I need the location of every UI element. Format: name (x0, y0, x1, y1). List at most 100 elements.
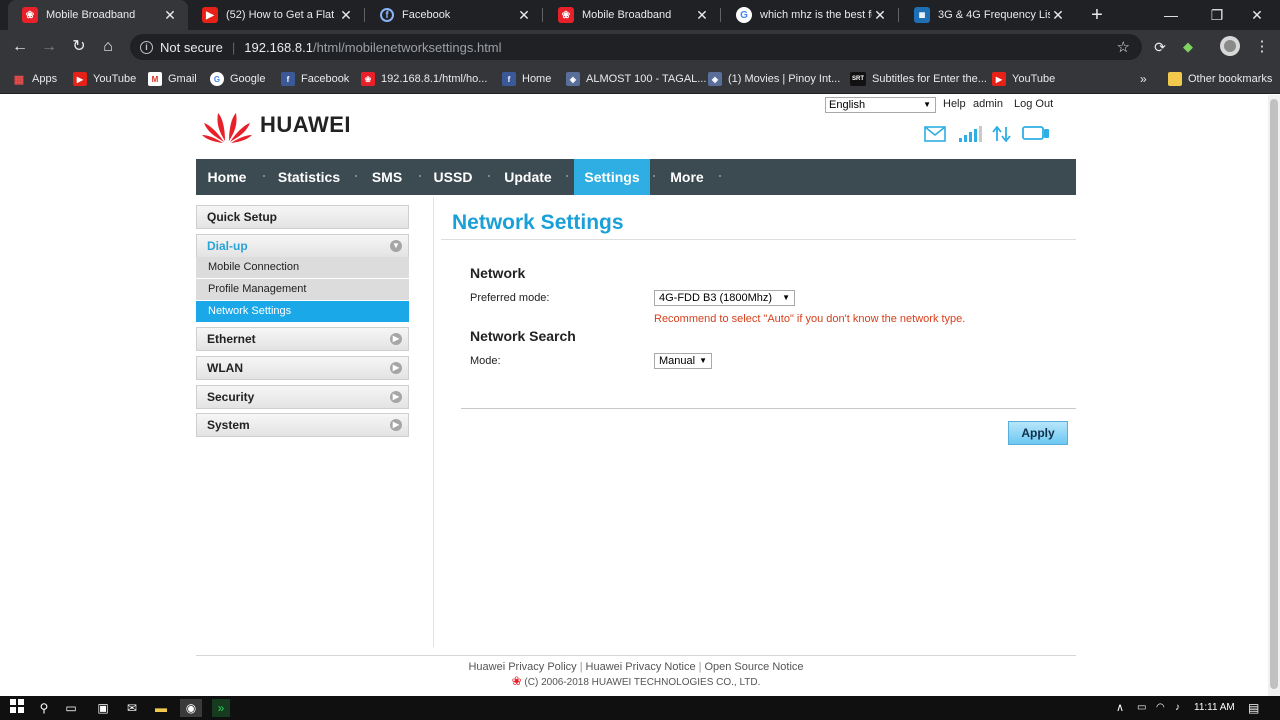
privacy-policy-link[interactable]: Huawei Privacy Policy (468, 661, 576, 673)
close-tab-icon[interactable]: ✕ (1050, 7, 1066, 24)
bookmark-facebook[interactable]: f Facebook (281, 70, 349, 88)
notification-icon[interactable]: ▤ (1248, 696, 1259, 720)
home-button[interactable]: ⌂ (96, 35, 120, 59)
close-tab-icon[interactable]: ✕ (162, 7, 178, 24)
nav-ussd[interactable]: USSD (426, 159, 480, 195)
tab-google-search[interactable]: G which mhz is the best for l ✕ (722, 0, 898, 30)
tray-overflow-icon[interactable]: ∧ (1116, 696, 1124, 720)
tab-frequency-list[interactable]: ▦ 3G & 4G Frequency List – ✕ (900, 0, 1076, 30)
page-title: Network Settings (452, 211, 624, 234)
sidebar-item-dialup[interactable]: Dial-up ▼ (196, 234, 409, 258)
sidebar-item-label: Dial-up (207, 239, 248, 253)
close-tab-icon[interactable]: ✕ (872, 7, 888, 24)
tab-facebook[interactable]: f Facebook ✕ (366, 0, 542, 30)
bookmark-gmail[interactable]: M Gmail (148, 70, 197, 88)
nav-more[interactable]: More (660, 159, 714, 195)
network-heading: Network (470, 265, 526, 281)
close-tab-icon[interactable]: ✕ (338, 7, 354, 24)
windows-start-icon[interactable] (8, 699, 26, 717)
file-explorer-icon[interactable]: ▬ (152, 699, 170, 717)
sidebar-item-wlan[interactable]: WLAN ▶ (196, 356, 409, 380)
help-link[interactable]: Help (943, 98, 966, 110)
windows-taskbar: ⚲ ▭ ▣ ✉ ▬ ◉ » ∧ ▭ ◠ ♪ 11:11 AM ▤ (0, 696, 1280, 720)
privacy-notice-link[interactable]: Huawei Privacy Notice (586, 661, 696, 673)
minimize-button[interactable]: — (1148, 0, 1194, 30)
close-tab-icon[interactable]: ✕ (516, 7, 532, 24)
bookmark-youtube-2[interactable]: ▶ YouTube (992, 70, 1055, 88)
other-bookmarks[interactable]: Other bookmarks (1168, 70, 1272, 88)
url-path: /html/mobilenetworksettings.html (312, 39, 502, 55)
copyright-text: (C) 2006-2018 HUAWEI TECHNOLOGIES CO., L… (524, 677, 761, 688)
wifi-tray-icon[interactable]: ◠ (1156, 696, 1165, 720)
store-icon[interactable]: ▣ (94, 699, 112, 717)
bookmark-movies[interactable]: ◈ (1) Movies | Pinoy Int... (708, 70, 840, 88)
bookmark-almost-100[interactable]: ◈ ALMOST 100 - TAGAL... (566, 70, 706, 88)
logout-link[interactable]: Log Out (1014, 98, 1053, 110)
apply-button[interactable]: Apply (1008, 421, 1068, 445)
preferred-mode-select[interactable]: 4G-FDD B3 (1800Mhz) ▼ (654, 290, 795, 306)
open-source-link[interactable]: Open Source Notice (704, 661, 803, 673)
bookmark-router[interactable]: ❀ 192.168.8.1/html/ho... (361, 70, 487, 88)
sidebar-item-ethernet[interactable]: Ethernet ▶ (196, 327, 409, 351)
forward-button[interactable]: → (37, 35, 61, 59)
new-tab-button[interactable]: + (1086, 4, 1108, 26)
search-icon[interactable]: ⚲ (35, 699, 53, 717)
bookmark-youtube[interactable]: ▶ YouTube (73, 70, 136, 88)
bookmark-star-icon[interactable]: ☆ (1117, 38, 1130, 56)
copyright: ❀ (C) 2006-2018 HUAWEI TECHNOLOGIES CO.,… (0, 674, 1272, 688)
language-select[interactable]: English ▼ (825, 97, 936, 113)
app-icon[interactable]: » (212, 699, 230, 717)
message-icon[interactable] (924, 126, 946, 147)
brand-name: HUAWEI (260, 112, 351, 137)
sidebar-subitem-profile-management[interactable]: Profile Management (196, 279, 409, 300)
tab-mobile-broadband[interactable]: ❀ Mobile Broadband ✕ (8, 0, 188, 30)
scrollbar-thumb[interactable] (1270, 99, 1278, 689)
extension-icon[interactable]: ⟳ (1148, 35, 1172, 59)
dropdown-arrow-icon: ▼ (699, 356, 707, 365)
task-view-icon[interactable]: ▭ (62, 699, 80, 717)
facebook-icon: f (281, 72, 295, 86)
huawei-icon: ❀ (361, 72, 375, 86)
footer-pipe: | (579, 661, 583, 673)
profile-avatar[interactable] (1218, 35, 1242, 59)
bookmark-google[interactable]: G Google (210, 70, 265, 88)
tab-mobile-broadband-2[interactable]: ❀ Mobile Broadband ✕ (544, 0, 720, 30)
reload-button[interactable]: ↻ (67, 35, 91, 59)
collapse-icon: ▼ (390, 240, 402, 252)
close-window-button[interactable]: ✕ (1234, 0, 1280, 30)
bookmark-label: Google (230, 73, 266, 85)
sidebar-subitem-network-settings[interactable]: Network Settings (196, 301, 409, 322)
expand-icon: ▶ (390, 419, 402, 431)
gmail-icon: M (148, 72, 162, 86)
extension-2-icon[interactable]: ◆ (1176, 35, 1200, 59)
youtube-icon: ▶ (73, 72, 87, 86)
sidebar-item-quick-setup[interactable]: Quick Setup (196, 205, 409, 229)
info-icon[interactable]: i (140, 40, 153, 54)
bookmark-home[interactable]: f Home (502, 70, 551, 88)
bookmarks-overflow-button[interactable]: » (1140, 70, 1147, 88)
back-button[interactable]: ← (8, 35, 32, 59)
mode-label: Mode: (470, 355, 501, 367)
close-tab-icon[interactable]: ✕ (694, 7, 710, 24)
nav-home[interactable]: Home (196, 159, 258, 195)
nav-sms[interactable]: SMS (362, 159, 412, 195)
page-scrollbar[interactable] (1268, 95, 1280, 696)
sidebar-subitem-mobile-connection[interactable]: Mobile Connection (196, 257, 409, 278)
nav-settings[interactable]: Settings (574, 159, 650, 195)
volume-tray-icon[interactable]: ♪ (1175, 696, 1180, 720)
google-icon: G (210, 72, 224, 86)
bookmark-apps[interactable]: ▦ Apps (12, 70, 57, 88)
nav-update[interactable]: Update (496, 159, 560, 195)
address-bar[interactable]: i Not secure | 192.168.8.1 /html/mobilen… (130, 34, 1142, 60)
chrome-icon[interactable]: ◉ (180, 699, 202, 717)
mode-select[interactable]: Manual ▼ (654, 353, 712, 369)
sidebar-item-security[interactable]: Security ▶ (196, 385, 409, 409)
bookmark-subtitles[interactable]: SRT Subtitles for Enter the... (850, 70, 987, 88)
tab-youtube-video[interactable]: ▶ (52) How to Get a Flat Ston ✕ (188, 0, 364, 30)
nav-statistics[interactable]: Statistics (268, 159, 350, 195)
clock[interactable]: 11:11 AM (1194, 696, 1235, 720)
sidebar-item-system[interactable]: System ▶ (196, 413, 409, 437)
mail-icon[interactable]: ✉ (123, 699, 141, 717)
network-tray-icon[interactable]: ▭ (1137, 696, 1146, 720)
menu-icon[interactable]: ⋮ (1250, 35, 1274, 59)
